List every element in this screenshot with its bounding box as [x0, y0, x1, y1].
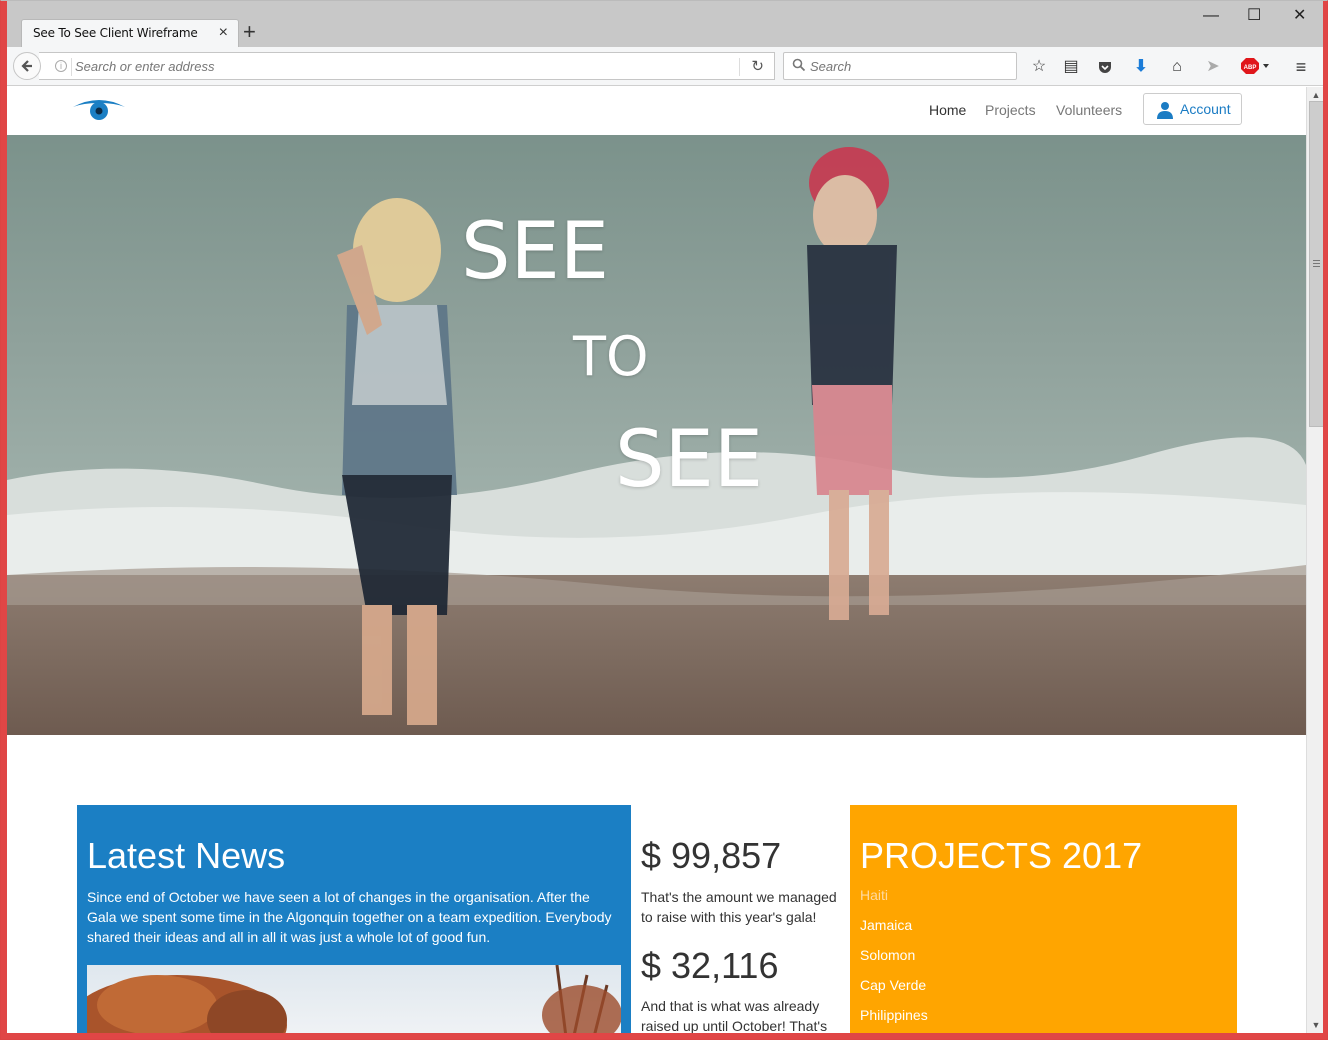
- news-title: Latest News: [87, 835, 286, 876]
- stat-amount-gala: $ 99,857: [641, 835, 782, 876]
- search-input[interactable]: Search: [810, 59, 851, 74]
- hero-word-see-1: SEE: [461, 207, 610, 297]
- eye-logo-icon[interactable]: [71, 97, 127, 126]
- hero-word-see-2: SEE: [615, 415, 764, 505]
- url-bar[interactable]: i Search or enter address ↻: [39, 52, 775, 80]
- tab-title: See To See Client Wireframe: [33, 26, 198, 40]
- svg-text:ABP: ABP: [1244, 65, 1257, 71]
- scroll-thumb[interactable]: [1309, 101, 1324, 427]
- download-icon[interactable]: ⬇: [1131, 57, 1151, 77]
- nav-projects[interactable]: Projects: [985, 102, 1036, 118]
- grip-icon: [1313, 260, 1320, 267]
- search-bar[interactable]: Search: [783, 52, 1017, 80]
- scroll-down-icon[interactable]: ▼: [1310, 1020, 1322, 1032]
- hero-banner: SEE TO SEE: [7, 135, 1306, 735]
- news-photo: [87, 965, 621, 1035]
- bookmark-star-icon[interactable]: ☆: [1029, 57, 1049, 77]
- back-button[interactable]: [13, 52, 41, 80]
- news-body: Since end of October we have seen a lot …: [87, 889, 612, 945]
- stat-text-october: And that is what was already raised up u…: [641, 998, 828, 1034]
- active-tab[interactable]: See To See Client Wireframe ×: [21, 19, 239, 47]
- latest-news-card: Latest News Since end of October we have…: [77, 805, 631, 1035]
- nav-volunteers[interactable]: Volunteers: [1056, 102, 1122, 118]
- account-button[interactable]: Account: [1143, 93, 1242, 125]
- search-icon: [792, 58, 806, 72]
- maximize-button[interactable]: ☐: [1247, 7, 1261, 25]
- stat-amount-october: $ 32,116: [641, 945, 779, 986]
- stat-text-gala: That's the amount we managed to raise wi…: [641, 889, 837, 925]
- reload-icon[interactable]: ↻: [751, 57, 764, 75]
- reading-list-icon[interactable]: ▤: [1061, 57, 1081, 77]
- user-icon: [1157, 102, 1173, 119]
- tab-close-icon[interactable]: ×: [219, 24, 228, 42]
- nav-home[interactable]: Home: [929, 102, 966, 118]
- window-border-bottom: [1, 1033, 1327, 1039]
- browser-window: See To See Client Wireframe × + — ☐ ✕ i …: [0, 0, 1328, 1040]
- project-item[interactable]: Cap Verde: [860, 977, 926, 993]
- close-window-button[interactable]: ✕: [1293, 7, 1306, 25]
- new-tab-button[interactable]: +: [243, 21, 256, 43]
- minimize-button[interactable]: —: [1203, 7, 1219, 25]
- site-navbar: Home Projects Volunteers Account: [7, 87, 1306, 135]
- project-item[interactable]: Jamaica: [860, 917, 912, 933]
- reload-separator: [739, 58, 740, 76]
- page-scrollbar[interactable]: ▲ ▼: [1306, 87, 1325, 1035]
- info-icon[interactable]: i: [55, 60, 67, 72]
- share-icon[interactable]: ➤: [1203, 57, 1223, 77]
- adblock-icon[interactable]: ABP: [1239, 57, 1273, 77]
- project-item[interactable]: Solomon: [860, 947, 915, 963]
- menu-icon[interactable]: ≡: [1291, 57, 1311, 77]
- url-input[interactable]: Search or enter address: [75, 59, 695, 74]
- url-separator: [71, 58, 72, 76]
- tab-bar: See To See Client Wireframe × + — ☐ ✕: [7, 1, 1323, 47]
- home-icon[interactable]: ⌂: [1167, 57, 1187, 77]
- pocket-icon[interactable]: [1095, 57, 1115, 77]
- hero-word-to: TO: [573, 325, 649, 388]
- account-label: Account: [1180, 101, 1231, 117]
- projects-title: PROJECTS 2017: [860, 835, 1143, 876]
- web-page: Home Projects Volunteers Account SEE TO …: [7, 87, 1306, 1035]
- project-item[interactable]: Haiti: [860, 887, 888, 903]
- project-item[interactable]: Philippines: [860, 1007, 928, 1023]
- projects-card: PROJECTS 2017 Haiti Jamaica Solomon Cap …: [850, 805, 1237, 1035]
- browser-toolbar: i Search or enter address ↻ Search ☆ ▤ ⬇…: [7, 47, 1323, 86]
- fundraising-stats: $ 99,857 That's the amount we managed to…: [631, 805, 850, 1035]
- back-arrow-icon: [21, 60, 32, 72]
